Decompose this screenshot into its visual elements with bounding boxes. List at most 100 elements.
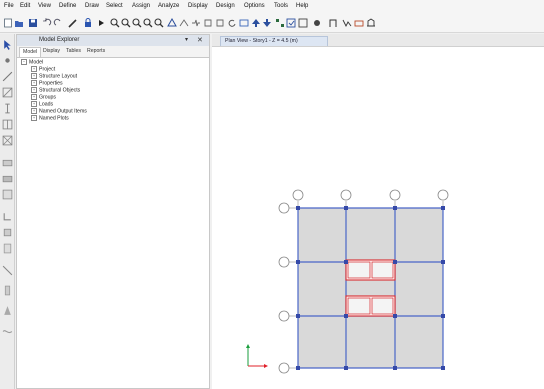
tree-node-label: Structural Objects [39,87,81,94]
draw-tendon-icon[interactable] [1,304,13,316]
zoom-out-icon[interactable] [132,17,142,28]
zoom-window-icon[interactable] [110,17,120,28]
draw-joint-icon[interactable] [1,54,13,66]
grid-bubble [278,362,290,374]
new-model-icon[interactable] [3,17,13,28]
3d-view-icon[interactable] [167,17,177,28]
expand-icon[interactable]: + [31,94,37,100]
draw-wall-opening-icon[interactable] [1,210,13,222]
tree-node-label: Project [39,66,56,73]
shear-wall-icon[interactable] [366,17,376,28]
model-explorer-tabs: Model Display Tables Reports [17,46,209,58]
steel-design-icon[interactable] [342,17,352,28]
story-down-icon[interactable] [215,17,225,28]
draw-frame-icon[interactable] [1,70,13,82]
draw-strip-icon[interactable] [1,324,13,336]
tab-reports[interactable]: Reports [84,47,108,56]
draw-column-icon[interactable] [1,102,13,114]
grid-bubble [437,189,449,201]
menu-select[interactable]: Select [106,3,123,9]
menu-display[interactable]: Display [188,3,208,9]
tree-node-label: Loads [39,101,54,108]
main-toolbar [0,14,544,33]
plan-view-icon[interactable] [179,17,189,28]
menu-view[interactable]: View [38,3,51,9]
open-icon[interactable] [14,17,24,28]
story-up-icon[interactable] [203,17,213,28]
expand-icon[interactable]: + [31,73,37,79]
tree-node-model[interactable]: − Model [21,59,43,65]
expand-icon[interactable]: + [31,101,37,107]
up-arrow-icon[interactable] [251,17,261,28]
expand-icon[interactable]: + [31,108,37,114]
redo-icon[interactable] [53,17,63,28]
set-display-icon[interactable] [286,17,296,28]
floor-slab[interactable] [298,208,443,368]
chevron-down-icon[interactable]: ▾ [185,36,188,43]
tab-tables[interactable]: Tables [63,47,84,56]
close-icon[interactable]: ✕ [197,36,203,44]
display-undeformed-icon[interactable] [298,17,308,28]
tab-display[interactable]: Display [40,47,63,56]
object-shrink-icon[interactable] [275,17,285,28]
tree-node-label: Structure Layout [39,73,78,80]
menu-draw[interactable]: Draw [85,3,99,9]
down-arrow-icon[interactable] [262,17,272,28]
plan-view-window[interactable]: Plan View - Story1 - Z = 4.5 (m) [212,34,544,389]
concrete-design-icon[interactable] [354,17,364,28]
menu-design[interactable]: Design [216,3,235,9]
pointer-icon[interactable] [1,38,13,50]
menu-assign[interactable]: Assign [132,3,150,9]
run-icon[interactable] [96,17,106,28]
tree-node-named-output-items[interactable]: + Named Output Items [31,108,87,114]
draw-wall-icon[interactable] [1,134,13,146]
grid-bubbles-top [292,189,449,206]
pencil-icon[interactable] [68,17,78,28]
tree-node-label: Properties [39,80,63,87]
tree-node-properties[interactable]: + Properties [31,80,63,86]
draw-floor-icon[interactable] [1,156,13,168]
lock-icon[interactable] [83,17,93,28]
menu-analyze[interactable]: Analyze [158,3,179,9]
collapse-icon[interactable]: − [21,59,27,65]
save-icon[interactable] [28,17,38,28]
grid-bubble [278,202,290,214]
draw-reference-icon[interactable] [1,284,13,296]
expand-icon[interactable]: + [31,80,37,86]
undo-icon[interactable] [42,17,52,28]
tree-node-loads[interactable]: + Loads [31,101,53,107]
expand-icon[interactable]: + [31,115,37,121]
rotate-icon[interactable] [227,17,237,28]
tab-model[interactable]: Model [19,47,42,57]
menu-help[interactable]: Help [296,3,308,9]
draw-beam-icon[interactable] [1,118,13,130]
draw-opening-icon[interactable] [1,188,13,200]
draw-slab-icon[interactable] [1,172,13,184]
plan-canvas[interactable] [212,46,544,389]
expand-icon[interactable]: + [31,87,37,93]
expand-icon[interactable]: + [31,66,37,72]
pan-icon[interactable] [154,17,164,28]
tree-node-structure-layout[interactable]: + Structure Layout [31,73,77,79]
grid-bubbles-left [278,202,298,374]
tab-plan-view[interactable]: Plan View - Story1 - Z = 4.5 (m) [220,36,328,46]
zoom-in-icon[interactable] [121,17,131,28]
zoom-restore-icon[interactable] [143,17,153,28]
elevation-view-icon[interactable] [191,17,201,28]
draw-dimension-icon[interactable] [1,264,13,276]
draw-area-icon[interactable] [1,226,13,238]
display-forces-icon[interactable] [312,17,322,28]
perspective-icon[interactable] [239,17,249,28]
menu-file[interactable]: File [4,3,14,9]
menu-options[interactable]: Options [244,3,265,9]
tree-node-named-plots[interactable]: + Named Plots [31,115,69,121]
menu-edit[interactable]: Edit [20,3,30,9]
tree-node-structural-objects[interactable]: + Structural Objects [31,87,80,93]
tree-node-project[interactable]: + Project [31,66,55,72]
draw-link-icon[interactable] [1,242,13,254]
menu-define[interactable]: Define [59,3,76,9]
frame-icon[interactable] [328,17,338,28]
draw-brace-icon[interactable] [1,86,13,98]
menu-tools[interactable]: Tools [274,3,288,9]
tree-node-groups[interactable]: + Groups [31,94,56,100]
